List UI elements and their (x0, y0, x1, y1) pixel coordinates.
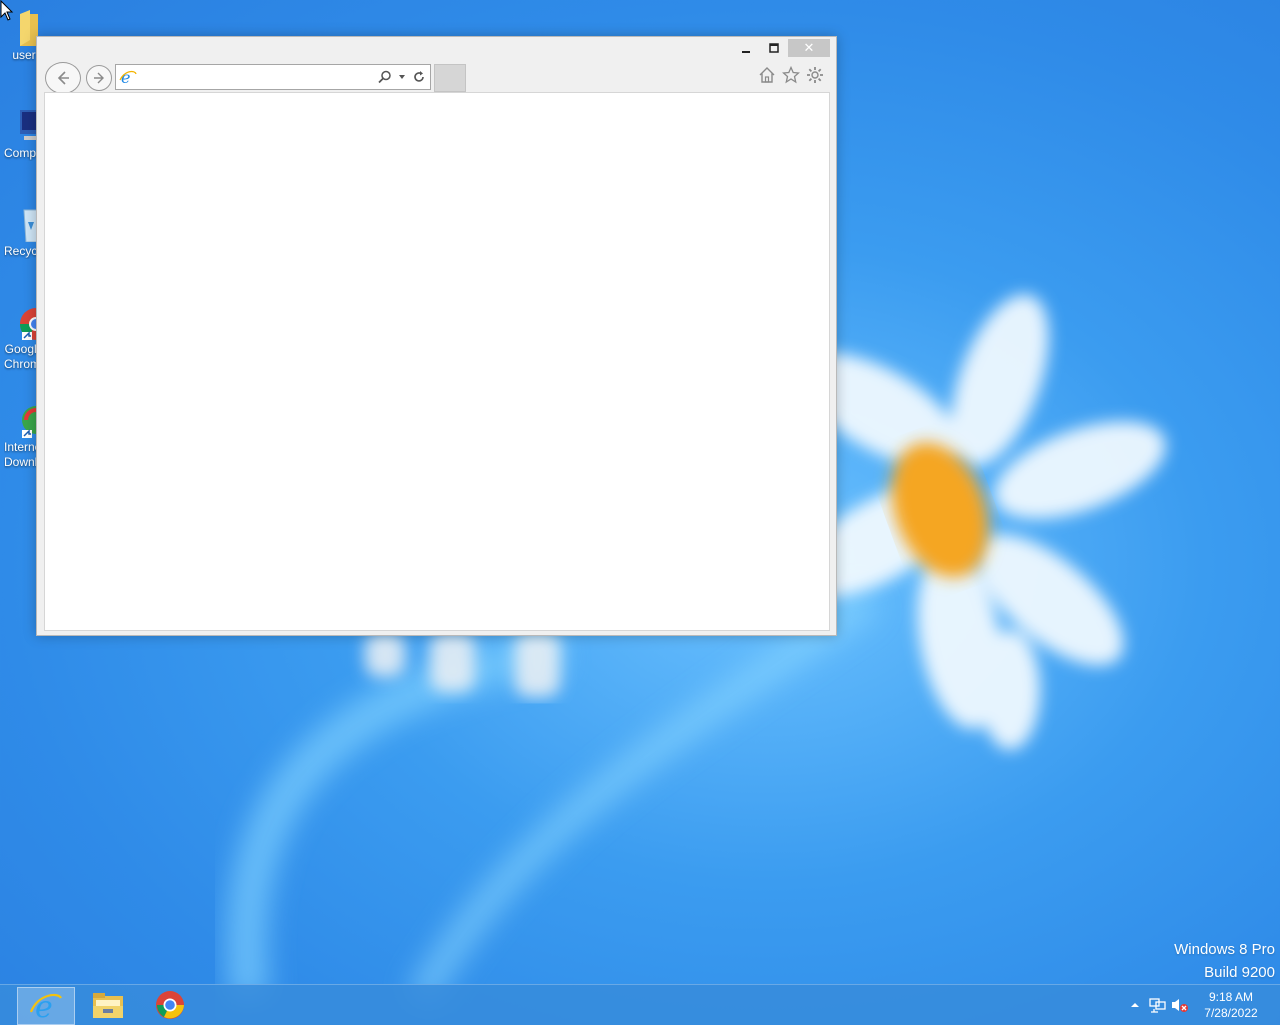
clock[interactable]: 9:18 AM 7/28/2022 (1196, 989, 1266, 1021)
maximize-button[interactable] (760, 39, 788, 57)
close-icon: ✕ (803, 40, 815, 55)
volume-status[interactable] (1168, 994, 1190, 1016)
minimize-icon (742, 51, 750, 53)
os-watermark: Windows 8 Pro Build 9200 (1174, 938, 1275, 984)
forward-button[interactable] (86, 65, 112, 91)
network-status[interactable] (1146, 994, 1168, 1016)
clock-date: 7/28/2022 (1204, 1006, 1258, 1020)
search-icon[interactable] (378, 70, 392, 84)
internet-explorer-icon: e (30, 990, 62, 1022)
ie-page-icon: e (119, 68, 137, 86)
navigation-bar: e (45, 62, 830, 94)
chevron-up-icon (1131, 1003, 1139, 1007)
forward-arrow-icon (94, 72, 104, 84)
address-tools (378, 68, 426, 86)
page-content-area[interactable] (44, 92, 830, 631)
os-edition: Windows 8 Pro (1174, 941, 1275, 958)
taskbar-internet-explorer[interactable]: e (17, 987, 75, 1025)
new-tab[interactable] (434, 64, 466, 92)
refresh-icon[interactable] (412, 70, 426, 84)
maximize-icon (769, 43, 779, 53)
clock-time: 9:18 AM (1208, 990, 1254, 1004)
taskbar: e 9:18 AM 7/28/2022 (0, 984, 1280, 1025)
os-build: Build 9200 (1204, 964, 1275, 981)
close-button[interactable]: ✕ (788, 39, 830, 57)
home-icon[interactable] (758, 66, 776, 84)
taskbar-chrome[interactable] (142, 987, 198, 1023)
speaker-muted-icon (1172, 999, 1188, 1012)
chrome-icon (156, 991, 184, 1019)
back-button[interactable] (45, 62, 81, 94)
file-explorer-icon (93, 993, 123, 1018)
network-icon (1149, 998, 1166, 1013)
back-arrow-icon (57, 71, 69, 85)
gear-icon[interactable] (806, 66, 824, 84)
chevron-down-icon[interactable] (398, 73, 406, 81)
show-hidden-icons-button[interactable] (1124, 994, 1146, 1016)
address-bar[interactable]: e (115, 64, 431, 90)
toolbar-right (758, 66, 824, 84)
internet-explorer-window[interactable]: ✕ e (36, 36, 837, 636)
mouse-cursor-icon (0, 0, 14, 21)
window-caption-buttons: ✕ (732, 39, 830, 57)
taskbar-file-explorer[interactable] (80, 987, 136, 1023)
address-input[interactable] (140, 67, 374, 87)
favorites-star-icon[interactable] (782, 66, 800, 84)
minimize-button[interactable] (732, 39, 760, 57)
system-tray: 9:18 AM 7/28/2022 (1124, 985, 1280, 1025)
